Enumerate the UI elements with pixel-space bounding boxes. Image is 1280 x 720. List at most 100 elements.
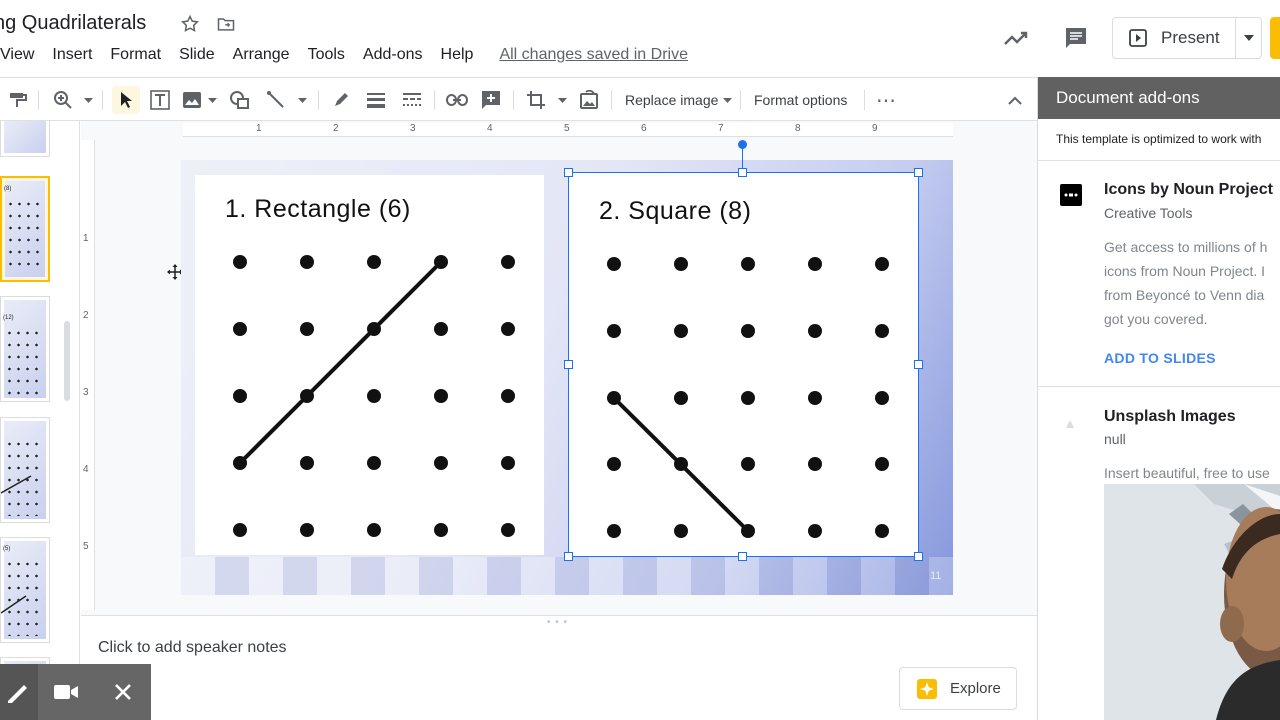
- border-dash-icon[interactable]: [400, 78, 424, 122]
- thumb-label: (8): [4, 186, 12, 192]
- present-options-dropdown[interactable]: [1236, 35, 1261, 41]
- line-dropdown-icon[interactable]: [296, 78, 308, 122]
- toolbar-separator: [611, 90, 612, 110]
- camera-icon[interactable]: [38, 664, 94, 720]
- insert-image-icon[interactable]: [180, 78, 204, 122]
- comment-history-icon[interactable]: [1064, 26, 1088, 55]
- dot-grid: [5, 327, 43, 395]
- toolbar-separator: [513, 90, 514, 110]
- document-title[interactable]: ng Quadrilaterals: [0, 12, 146, 35]
- slide-thumbnail-selected[interactable]: (8): [0, 176, 50, 282]
- dot-grid-rectangle: [233, 255, 515, 537]
- ruler-tick: 4: [487, 123, 493, 134]
- toolbar-separator: [38, 90, 39, 110]
- rotate-handle[interactable]: [738, 140, 747, 149]
- explore-button[interactable]: Explore: [899, 667, 1017, 710]
- move-to-folder-icon[interactable]: [216, 14, 236, 39]
- addon-description-line: got you covered.: [1104, 311, 1208, 327]
- present-main[interactable]: Present: [1113, 18, 1236, 58]
- star-icon[interactable]: [180, 14, 200, 39]
- share-button[interactable]: [1270, 17, 1280, 59]
- line-icon[interactable]: [264, 78, 288, 122]
- ruler-tick: 2: [333, 123, 339, 134]
- menu-bar: View Insert Format Slide Arrange Tools A…: [0, 46, 706, 68]
- paint-format-icon[interactable]: [8, 78, 28, 122]
- horizontal-ruler[interactable]: 1 2 3 4 5 6 7 8 9: [183, 123, 953, 137]
- more-icon[interactable]: ⋯: [876, 78, 896, 122]
- save-status-link[interactable]: All changes saved in Drive: [499, 46, 688, 68]
- slide-thumbnail[interactable]: (5): [0, 537, 50, 643]
- toolbar-separator: [434, 90, 435, 110]
- slide-thumbnail[interactable]: [0, 121, 50, 157]
- resize-handle-w[interactable]: [564, 360, 573, 369]
- addon-name[interactable]: Icons by Noun Project: [1104, 181, 1273, 199]
- slide-thumbnail[interactable]: (12): [0, 296, 50, 402]
- thumb-label: (12): [3, 315, 14, 321]
- border-color-icon[interactable]: [330, 78, 352, 122]
- toolbar-separator: [102, 90, 103, 110]
- resize-handle-e[interactable]: [914, 360, 923, 369]
- mask-image-dropdown-icon[interactable]: [556, 78, 568, 122]
- ruler-tick: 3: [83, 387, 89, 398]
- text-box-icon[interactable]: [148, 78, 172, 122]
- divider: [1038, 386, 1280, 387]
- thumb-line: [1, 595, 27, 614]
- insert-link-icon[interactable]: [445, 78, 469, 122]
- resize-handle-nw[interactable]: [564, 168, 573, 177]
- replace-image-button[interactable]: Replace image: [625, 78, 733, 122]
- zoom-icon[interactable]: [52, 78, 74, 122]
- present-button[interactable]: Present: [1112, 17, 1262, 59]
- zoom-dropdown-icon[interactable]: [82, 78, 94, 122]
- resize-handle-sw[interactable]: [564, 552, 573, 561]
- menu-format[interactable]: Format: [110, 46, 161, 68]
- addon-category: null: [1104, 431, 1126, 447]
- presenter-video-frame: [1104, 484, 1280, 720]
- ruler-tick: 4: [83, 464, 89, 475]
- close-icon[interactable]: [94, 664, 151, 720]
- ruler-tick: 2: [83, 310, 89, 321]
- chevron-down-icon: [723, 97, 733, 103]
- vertical-ruler[interactable]: 1 2 3 4 5: [81, 140, 95, 610]
- activity-dashboard-icon[interactable]: [1003, 26, 1029, 55]
- pen-icon[interactable]: [0, 664, 38, 720]
- toolbar-separator: [740, 90, 741, 110]
- menu-insert[interactable]: Insert: [52, 46, 92, 68]
- menu-arrange[interactable]: Arrange: [233, 46, 290, 68]
- reset-image-icon[interactable]: [577, 78, 601, 122]
- explore-label: Explore: [950, 680, 1001, 697]
- present-icon: [1129, 29, 1147, 47]
- divider: [1038, 160, 1280, 161]
- image-dropdown-icon[interactable]: [206, 78, 218, 122]
- menu-help[interactable]: Help: [441, 46, 474, 68]
- menu-addons[interactable]: Add-ons: [363, 46, 423, 68]
- thumb-line: [1, 475, 32, 494]
- addon-description-line: from Beyoncé to Venn dia: [1104, 287, 1265, 303]
- slide-background-pattern: [181, 557, 953, 595]
- resize-handle-n[interactable]: [738, 168, 747, 177]
- ruler-tick: 6: [641, 123, 647, 134]
- rectangle-dot-grid-image[interactable]: 1. Rectangle (6): [195, 175, 544, 555]
- add-comment-icon[interactable]: [479, 78, 503, 122]
- resize-handle-ne[interactable]: [914, 168, 923, 177]
- filmstrip-scrollbar[interactable]: [64, 321, 70, 401]
- select-tool-icon[interactable]: [112, 86, 140, 114]
- resize-handle-s[interactable]: [738, 552, 747, 561]
- menu-slide[interactable]: Slide: [179, 46, 215, 68]
- menu-view[interactable]: View: [0, 46, 34, 68]
- slides-editor: ng Quadrilaterals View Insert Format Sli…: [0, 0, 1280, 720]
- menu-tools[interactable]: Tools: [308, 46, 345, 68]
- selection-box: [568, 172, 919, 557]
- slide-thumbnail[interactable]: [0, 417, 50, 523]
- recording-overlay-toolbar: [0, 664, 151, 720]
- crop-icon[interactable]: [524, 78, 548, 122]
- addon-name[interactable]: Unsplash Images: [1104, 408, 1236, 426]
- resize-handle-se[interactable]: [914, 552, 923, 561]
- addon-description-line: Get access to millions of h: [1104, 239, 1268, 255]
- explore-icon: [917, 678, 937, 699]
- shape-icon[interactable]: [228, 78, 252, 122]
- collapse-toolbar-icon[interactable]: [1004, 78, 1026, 122]
- add-to-slides-link[interactable]: ADD TO SLIDES: [1104, 350, 1216, 366]
- speaker-notes-placeholder[interactable]: Click to add speaker notes: [98, 639, 287, 657]
- border-weight-icon[interactable]: [364, 78, 388, 122]
- format-options-button[interactable]: Format options: [754, 78, 847, 122]
